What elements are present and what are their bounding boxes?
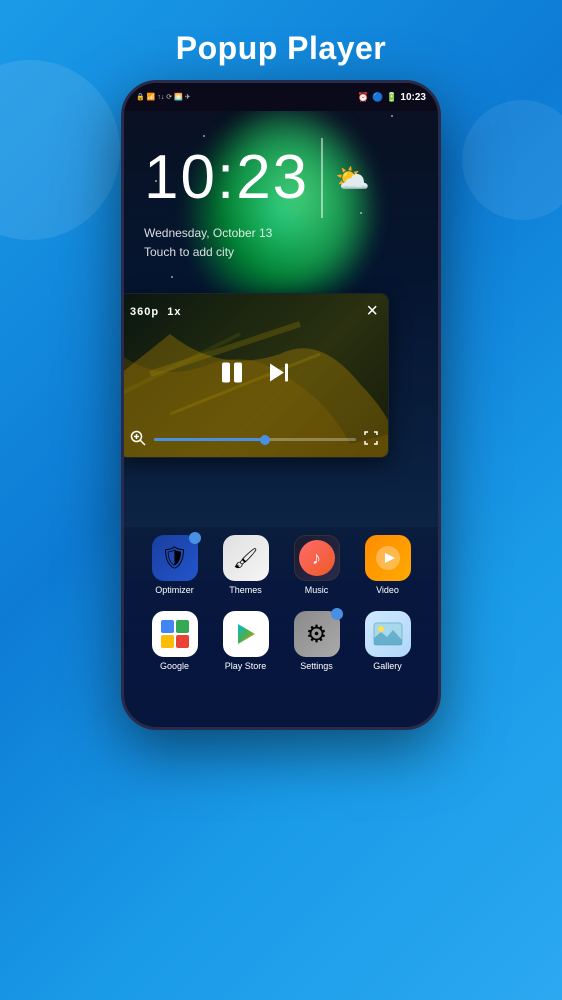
phone-body: 🔒 📶 ↑↓ ⟳ 🌅 ✈ ⏰ 🔵 🔋 10:23 xyxy=(121,80,441,730)
fullscreen-icon[interactable] xyxy=(364,431,378,448)
zoom-in-icon[interactable] xyxy=(130,430,146,449)
gear-icon: ⚙ xyxy=(306,620,328,649)
app-item-google[interactable]: Google xyxy=(145,611,205,671)
bluetooth-icon: 🔵 xyxy=(372,92,383,103)
music-label: Music xyxy=(305,585,329,595)
video-icon xyxy=(365,535,411,581)
lock-screen-info: 10:23 ⛅ Wednesday, October 13 Touch to a… xyxy=(144,138,370,262)
popup-player-header: 360p 1x × xyxy=(130,300,378,323)
settings-icon: ⚙ xyxy=(294,611,340,657)
status-time: 10:23 xyxy=(400,92,426,103)
app-row-2: Google xyxy=(124,603,438,679)
settings-badge xyxy=(331,608,343,620)
progress-fill xyxy=(154,438,265,441)
playstore-label: Play Store xyxy=(225,661,267,671)
music-note: ♪ xyxy=(299,540,335,576)
battery-icon: 🔋 xyxy=(386,92,397,103)
app-item-settings[interactable]: ⚙ Settings xyxy=(287,611,347,671)
home-screen: 🛡 Optimizer 🖌 Themes ♪ xyxy=(124,527,438,727)
themes-label: Themes xyxy=(229,585,262,595)
progress-bar[interactable] xyxy=(154,438,356,441)
pause-button[interactable] xyxy=(218,358,246,393)
popup-player[interactable]: 360p 1x × xyxy=(124,293,389,458)
progress-thumb xyxy=(260,435,270,445)
popup-player-bottom xyxy=(130,430,378,449)
app-item-playstore[interactable]: Play Store xyxy=(216,611,276,671)
popup-quality-label: 360p 1x xyxy=(130,306,181,318)
gallery-svg xyxy=(373,622,403,646)
page-title: Popup Player xyxy=(0,0,562,67)
alarm-icon: ⏰ xyxy=(358,92,369,103)
settings-label: Settings xyxy=(300,661,333,671)
google-label: Google xyxy=(160,661,189,671)
optimizer-shield: 🛡 xyxy=(161,545,189,571)
app-item-gallery[interactable]: Gallery xyxy=(358,611,418,671)
music-icon: ♪ xyxy=(294,535,340,581)
next-button[interactable] xyxy=(266,361,290,391)
lock-time: 10:23 xyxy=(144,147,309,209)
playstore-svg xyxy=(233,621,259,647)
app-item-optimizer[interactable]: 🛡 Optimizer xyxy=(145,535,205,595)
themes-brush: 🖌 xyxy=(233,546,258,571)
phone-screen: 🔒 📶 ↑↓ ⟳ 🌅 ✈ ⏰ 🔵 🔋 10:23 xyxy=(124,83,438,727)
bg-decoration-left xyxy=(0,60,120,240)
phone-mockup: 🔒 📶 ↑↓ ⟳ 🌅 ✈ ⏰ 🔵 🔋 10:23 xyxy=(121,80,441,730)
app-item-video[interactable]: Video xyxy=(358,535,418,595)
video-play-icon xyxy=(375,545,401,571)
optimizer-icon: 🛡 xyxy=(152,535,198,581)
gallery-label: Gallery xyxy=(373,661,402,671)
weather-icon: ⛅ xyxy=(335,162,370,195)
google-grid xyxy=(161,620,189,648)
popup-close-button[interactable]: × xyxy=(366,300,378,323)
status-icons-left: 🔒 📶 ↑↓ ⟳ 🌅 ✈ xyxy=(136,93,191,101)
playstore-icon xyxy=(223,611,269,657)
gallery-icon xyxy=(365,611,411,657)
phone-notch xyxy=(241,83,321,93)
popup-player-controls xyxy=(218,358,290,393)
lock-divider xyxy=(321,138,323,218)
bg-decoration-right xyxy=(462,100,562,220)
themes-icon: 🖌 xyxy=(223,535,269,581)
status-bar-left: 🔒 📶 ↑↓ ⟳ 🌅 ✈ xyxy=(136,93,191,101)
optimizer-label: Optimizer xyxy=(155,585,194,595)
app-item-music[interactable]: ♪ Music xyxy=(287,535,347,595)
app-item-themes[interactable]: 🖌 Themes xyxy=(216,535,276,595)
video-label: Video xyxy=(376,585,399,595)
optimizer-badge xyxy=(189,532,201,544)
google-icon xyxy=(152,611,198,657)
app-row-1: 🛡 Optimizer 🖌 Themes ♪ xyxy=(124,527,438,603)
lock-date: Wednesday, October 13 Touch to add city xyxy=(144,224,370,262)
status-bar-right: ⏰ 🔵 🔋 10:23 xyxy=(358,92,426,103)
